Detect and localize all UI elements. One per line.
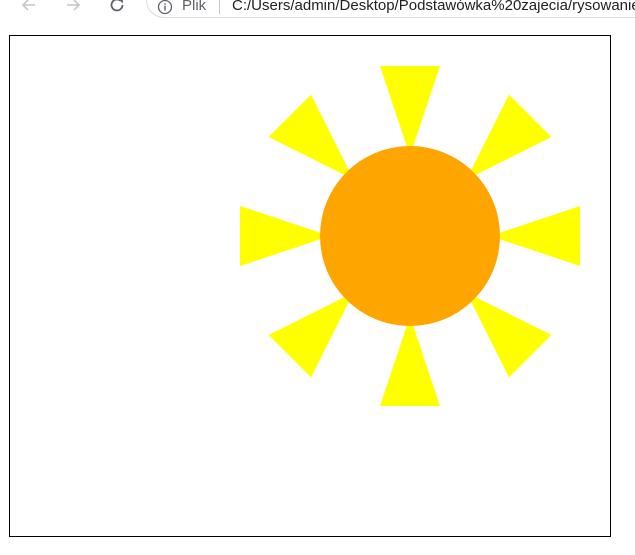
sun-drawing bbox=[240, 66, 580, 406]
forward-arrow-icon bbox=[67, 0, 81, 11]
drawing-canvas[interactable] bbox=[9, 35, 611, 537]
sun-ray-bottom-right bbox=[466, 292, 552, 378]
address-separator bbox=[219, 0, 220, 14]
back-arrow-icon bbox=[21, 0, 35, 11]
back-button[interactable] bbox=[16, 0, 42, 18]
sun-ray-top-left bbox=[268, 94, 354, 180]
site-info-label[interactable]: Plik bbox=[182, 0, 206, 16]
sun-ray-right bbox=[490, 206, 580, 266]
sun-ray-top bbox=[380, 66, 440, 156]
reload-button[interactable] bbox=[104, 0, 130, 18]
reload-icon bbox=[110, 0, 124, 12]
forward-button[interactable] bbox=[60, 0, 86, 18]
sun-ray-left bbox=[240, 206, 330, 266]
sun-ray-bottom bbox=[380, 316, 440, 406]
sun-ray-bottom-left bbox=[268, 292, 354, 378]
browser-toolbar: Plik C:/Users/admin/Desktop/Podstawówka%… bbox=[0, 0, 635, 22]
info-icon[interactable] bbox=[157, 0, 173, 20]
sun-circle bbox=[320, 146, 500, 326]
sun-ray-top-right bbox=[466, 94, 552, 180]
url-text[interactable]: C:/Users/admin/Desktop/Podstawówka%20zaj… bbox=[232, 0, 635, 16]
